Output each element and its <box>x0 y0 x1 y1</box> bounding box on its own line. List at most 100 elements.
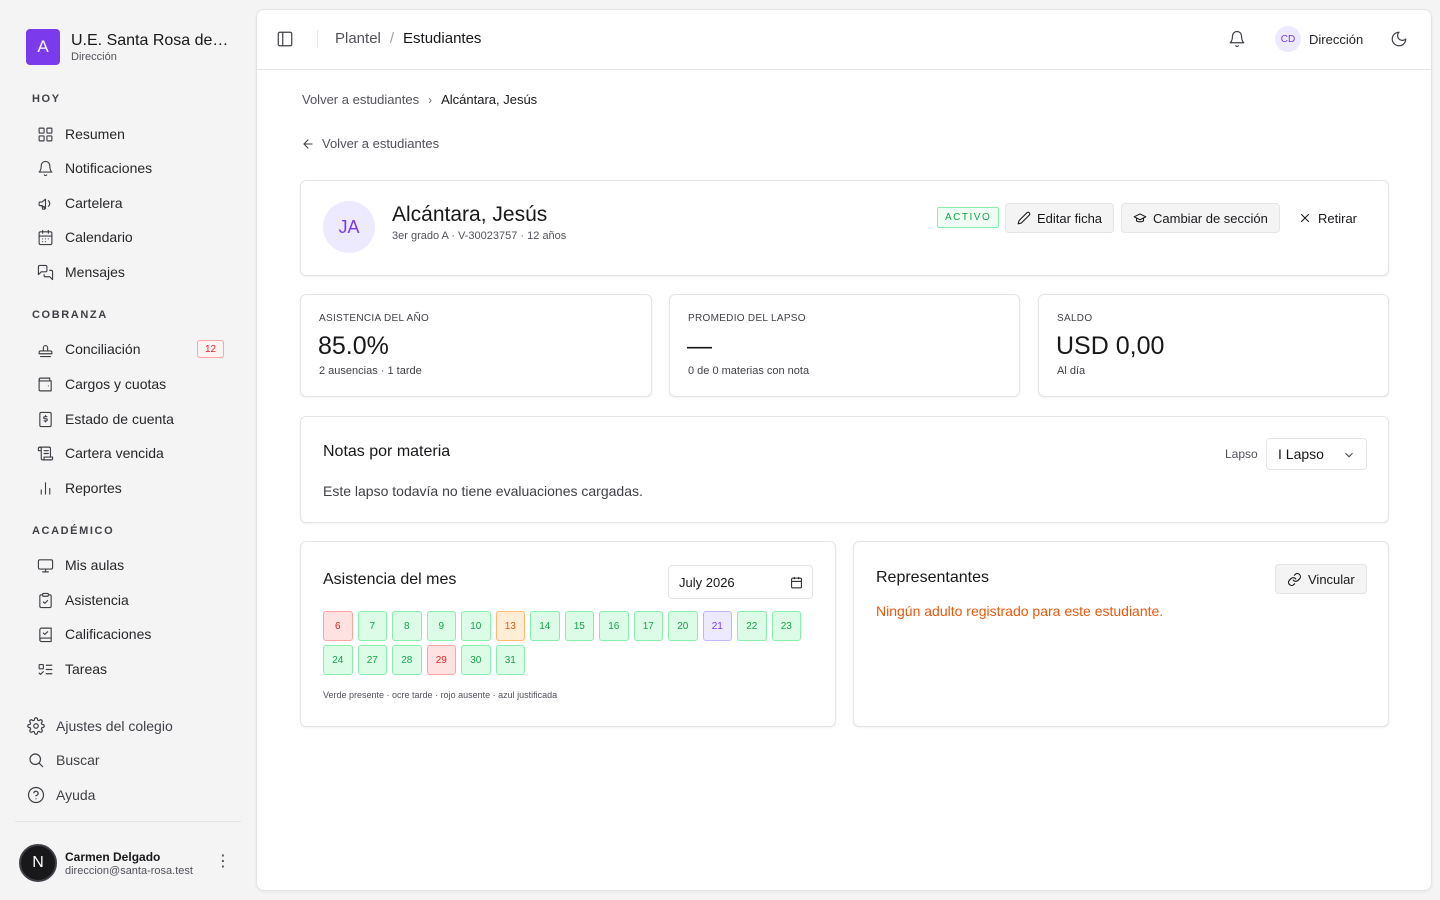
sidebar-item-ayuda[interactable]: Ayuda <box>27 780 95 810</box>
theme-toggle-moon-icon[interactable] <box>1390 30 1408 48</box>
sidebar-item-estado-cuenta[interactable]: Estado de cuenta <box>36 404 228 434</box>
stat-value: — <box>687 332 712 360</box>
gear-icon <box>27 717 45 735</box>
sidebar-item-label: Calendario <box>65 229 133 245</box>
user-name: Carmen Delgado <box>65 849 161 864</box>
sidebar-toggle-icon[interactable] <box>276 30 294 48</box>
sidebar-item-label: Reportes <box>65 480 122 496</box>
breadcrumb-estudiantes: Estudiantes <box>403 30 482 47</box>
sidebar-item-cartera-vencida[interactable]: Cartera vencida <box>36 438 228 468</box>
avatar: CD <box>1275 26 1301 52</box>
sidebar-item-mensajes[interactable]: Mensajes <box>36 257 228 287</box>
attendance-day-21[interactable]: 21 <box>702 611 732 641</box>
sidebar-item-label: Mis aulas <box>65 557 125 573</box>
sidebar-item-label: Mensajes <box>65 264 125 280</box>
sidebar-item-conciliacion[interactable]: Conciliación 12 <box>36 334 228 364</box>
sidebar-item-cargos[interactable]: Cargos y cuotas <box>36 369 228 399</box>
sidebar-item-mis-aulas[interactable]: Mis aulas <box>36 550 228 580</box>
graduation-cap-icon <box>1133 213 1147 223</box>
close-icon <box>1300 213 1310 223</box>
breadcrumb-plantel[interactable]: Plantel <box>335 30 381 47</box>
sidebar-item-reportes[interactable]: Reportes <box>36 473 228 503</box>
stat-value: 85.0% <box>318 332 389 360</box>
school-logo: A <box>26 29 60 65</box>
more-vertical-icon[interactable]: ⋮ <box>215 854 231 870</box>
month-picker[interactable]: July 2026 <box>668 565 813 599</box>
sidebar-item-cartelera[interactable]: Cartelera <box>36 188 228 218</box>
attendance-day-28[interactable]: 28 <box>392 645 422 675</box>
topbar-divider <box>317 30 318 48</box>
bell-icon <box>36 159 54 177</box>
attendance-day-8[interactable]: 8 <box>392 611 422 641</box>
change-section-button[interactable]: Cambiar de sección <box>1121 203 1280 233</box>
school-role: Dirección <box>71 50 117 63</box>
notifications-bell-icon[interactable] <box>1228 30 1246 48</box>
breadcrumb-current: Alcántara, Jesús <box>441 92 538 107</box>
group-label-cobranza: COBRANZA <box>32 309 108 321</box>
current-user-button[interactable]: CD Dirección <box>1275 26 1363 52</box>
attendance-day-20[interactable]: 20 <box>668 611 698 641</box>
attendance-day-24[interactable]: 24 <box>323 645 353 675</box>
attendance-day-30[interactable]: 30 <box>461 645 491 675</box>
sidebar-item-resumen[interactable]: Resumen <box>36 119 228 149</box>
attendance-day-7[interactable]: 7 <box>357 611 387 641</box>
stat-label: SALDO <box>1057 313 1093 324</box>
attendance-day-31[interactable]: 31 <box>495 645 525 675</box>
edit-record-button[interactable]: Editar ficha <box>1005 203 1115 233</box>
group-label-academico: ACADÉMICO <box>32 525 115 537</box>
grades-empty-message: Este lapso todavía no tiene evaluaciones… <box>323 483 643 499</box>
user-account-menu[interactable]: N Carmen Delgado direccion@santa-rosa.te… <box>19 843 241 883</box>
edit-record-label: Editar ficha <box>1037 210 1103 226</box>
chevron-down-icon <box>1345 452 1353 458</box>
attendance-day-9[interactable]: 9 <box>426 611 456 641</box>
attendance-title: Asistencia del mes <box>323 571 457 588</box>
attendance-day-16[interactable]: 16 <box>599 611 629 641</box>
status-badge: ACTIVO <box>937 207 1000 228</box>
school-switcher[interactable]: A U.E. Santa Rosa de Li... Dirección <box>26 29 231 65</box>
attendance-day-10[interactable]: 10 <box>461 611 491 641</box>
pencil-icon <box>1017 211 1031 225</box>
sidebar-item-ajustes[interactable]: Ajustes del colegio <box>27 711 173 741</box>
wallet-icon <box>36 375 54 393</box>
attendance-day-grid: 6 7 8 9 10 13 14 15 16 17 20 21 22 23 24 27 28 29 30 31 <box>323 611 807 675</box>
breadcrumb-back-link[interactable]: Volver a estudiantes <box>302 92 419 107</box>
current-user-role: Dirección <box>1309 31 1364 47</box>
change-section-label: Cambiar de sección <box>1153 210 1268 226</box>
grid-icon <box>36 125 54 143</box>
chevron-right-icon: › <box>428 92 433 107</box>
sidebar-item-calificaciones[interactable]: Calificaciones <box>36 619 228 649</box>
link-guardian-button[interactable]: Vincular <box>1275 564 1367 594</box>
messages-icon <box>36 263 54 281</box>
sidebar-item-label: Tareas <box>65 661 108 677</box>
term-select[interactable]: I Lapso <box>1266 438 1367 470</box>
stat-subtext: 0 de 0 materias con nota <box>688 365 810 377</box>
withdraw-button[interactable]: Retirar <box>1286 203 1369 233</box>
guardians-empty-message: Ningún adulto registrado para este estud… <box>876 603 1164 619</box>
sidebar-item-label: Ayuda <box>56 787 96 803</box>
sidebar-item-calendario[interactable]: Calendario <box>36 222 228 252</box>
attendance-day-27[interactable]: 27 <box>357 645 387 675</box>
school-name: U.E. Santa Rosa de Li... <box>71 31 231 49</box>
attendance-day-23[interactable]: 23 <box>771 611 801 641</box>
attendance-day-22[interactable]: 22 <box>737 611 767 641</box>
help-circle-icon <box>27 786 45 804</box>
back-to-students-link[interactable]: Volver a estudiantes <box>301 136 439 151</box>
calendar-icon <box>791 577 802 589</box>
monitor-icon <box>36 556 54 574</box>
book-check-icon <box>36 625 54 643</box>
attendance-day-13[interactable]: 13 <box>495 611 525 641</box>
sidebar-item-asistencia[interactable]: Asistencia <box>36 585 228 615</box>
sidebar-divider <box>15 821 241 822</box>
sidebar-item-tareas[interactable]: Tareas <box>36 654 228 684</box>
sidebar-item-buscar[interactable]: Buscar <box>27 745 100 775</box>
attendance-day-14[interactable]: 14 <box>530 611 560 641</box>
megaphone-icon <box>36 194 54 212</box>
guardians-card: Representantes Vincular Ningún adulto re… <box>853 541 1389 727</box>
sidebar-item-notificaciones[interactable]: Notificaciones <box>36 153 228 183</box>
attendance-day-17[interactable]: 17 <box>633 611 663 641</box>
grades-title: Notas por materia <box>323 443 451 460</box>
sidebar-item-label: Estado de cuenta <box>65 411 174 427</box>
attendance-day-29[interactable]: 29 <box>426 645 456 675</box>
attendance-day-6[interactable]: 6 <box>323 611 353 641</box>
attendance-day-15[interactable]: 15 <box>564 611 594 641</box>
